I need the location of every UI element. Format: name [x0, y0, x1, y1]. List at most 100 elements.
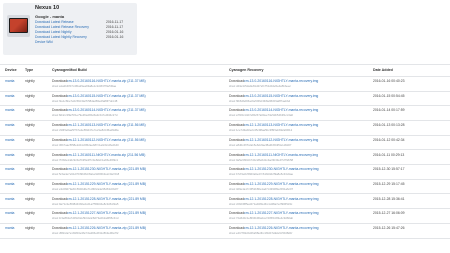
- recovery-download-label: Download:: [229, 79, 246, 83]
- table-row-date-added: 2015-12-28 15:36:41: [373, 196, 405, 201]
- table-row-type: nightly: [25, 123, 35, 128]
- recovery-sha-label: sha1:: [229, 128, 236, 133]
- build-sha-value: 8d4cc3ffa7bf1e79e36a4b5e5a3cb17e0fd4c27d: [59, 113, 118, 118]
- row-divider: [0, 193, 450, 195]
- build-sha-value: 36b7aac5f58e2d41c6f62aeb87c1a0c9cc8e2b40: [59, 142, 119, 147]
- table-row-type: nightly: [25, 167, 35, 172]
- recovery-sha-value: d43e3c5da0e81d27ef1751d44e5e4a5bbeec: [236, 84, 291, 88]
- build-sha-value: 5cba4e7e91d7039b0f2c8a1e9d6f4b3e2c0a7d18: [59, 172, 120, 177]
- device-wiki-link[interactable]: Device Wiki: [35, 40, 53, 45]
- build-download-link[interactable]: cm-13.0-20160114-NIGHTLY-manta.zip (211.…: [67, 108, 146, 112]
- recovery-download-link[interactable]: cm-12.1-20160111-NIGHTLY-manta-recovery.…: [244, 153, 318, 157]
- build-sha-label: sha1:: [52, 142, 59, 147]
- table-row-date-added: 2015-12-30 15:57:17: [373, 167, 405, 172]
- table-top-divider: [0, 64, 450, 65]
- build-sha-value: a1a2b4ff47c4f0a29ea93a8e1c2d3f47f9e5f2ae: [59, 84, 117, 88]
- table-row-device-link[interactable]: manta: [5, 123, 14, 127]
- recovery-download-link[interactable]: cm-12.1-20151229-NIGHTLY-manta-recovery.…: [244, 182, 319, 186]
- tablet-image: [7, 15, 30, 37]
- recovery-sha-label: sha1:: [229, 231, 236, 235]
- recovery-download-label: Download:: [229, 137, 246, 142]
- table-row-date-added: 2015-12-26 15:47:26: [373, 226, 405, 230]
- recovery-sha-label: sha1:: [229, 216, 236, 221]
- recovery-sha-value: 3d9e4a17c0f52b86e1ad7c4390f8e2b51a6c07: [236, 186, 294, 191]
- header-divider: [0, 76, 450, 77]
- recovery-sha-value: b72f1e0c58d3a9e47c61bb0d2f9a8e5c43d1ae: [236, 172, 294, 177]
- build-download-label: Download:: [52, 108, 69, 113]
- table-row-device-link[interactable]: manta: [5, 79, 14, 83]
- build-sha-label: sha1:: [52, 186, 59, 191]
- build-download-label: Download:: [52, 196, 69, 201]
- recovery-download-link[interactable]: cm-12.1-20160113-NIGHTLY-manta-recovery.…: [244, 123, 318, 127]
- table-row-device-link[interactable]: manta: [5, 226, 14, 230]
- build-sha-value: 9a71c2e5f08d43b6e2cd1a7f59b04e8c3d61f2a5: [59, 201, 119, 206]
- build-sha-value: f2e1c6be7e0c5bfc0a7b58dad83e2fa80f7dcc48: [59, 98, 118, 103]
- build-download-link[interactable]: cm-12.1-20160113-NIGHTLY-manta.zip (211.…: [67, 123, 146, 127]
- build-download-link[interactable]: cm-12.1-20160112-NIGHTLY-manta.zip (211.…: [67, 138, 146, 142]
- build-download-label: Download:: [52, 226, 69, 230]
- table-row-type: nightly: [25, 93, 35, 98]
- recovery-sha-label: sha1:: [229, 142, 236, 147]
- table-row-type: nightly: [25, 152, 35, 157]
- build-download-label: Download:: [52, 167, 69, 172]
- build-download-label: Download:: [52, 152, 69, 157]
- table-row-device-link[interactable]: manta: [5, 197, 14, 201]
- recovery-sha-label: sha1:: [229, 98, 236, 103]
- recovery-download-label: Download:: [229, 167, 246, 172]
- table-row-device-link[interactable]: manta: [5, 94, 14, 98]
- table-row-type: nightly: [25, 211, 35, 216]
- column-header-device: Device: [5, 68, 17, 72]
- build-download-link[interactable]: cm-12.1-20151226-NIGHTLY-manta.zip (221.…: [67, 226, 146, 230]
- table-row-type: nightly: [25, 137, 35, 142]
- table-row-device-link[interactable]: manta: [5, 182, 14, 186]
- table-row-date-added: 2016-01-15 00:54:45: [373, 93, 405, 98]
- build-download-link[interactable]: cm-13.0-20160116-NIGHTLY-manta.zip (211.…: [67, 79, 146, 83]
- recovery-download-link[interactable]: cm-12.1-20151227-NIGHTLY-manta-recovery.…: [244, 211, 319, 215]
- build-sha-value: c90f3e6aa5f7b7e2e5f0d47e7e21e8cb45ad9d6a: [59, 128, 119, 133]
- recovery-sha-label: sha1:: [229, 201, 236, 206]
- table-row-device-link[interactable]: manta: [5, 167, 14, 171]
- build-download-link[interactable]: cm-12.1-20151230-NIGHTLY-manta.zip (221.…: [67, 167, 146, 171]
- row-divider: [0, 119, 450, 121]
- recovery-download-label: Download:: [229, 108, 246, 113]
- row-divider: [0, 164, 450, 165]
- recovery-download-label: Download:: [229, 152, 246, 157]
- recovery-download-link[interactable]: cm-12.1-20160112-NIGHTLY-manta-recovery.…: [244, 138, 318, 142]
- recovery-sha-label: sha1:: [229, 157, 236, 162]
- column-header-build: CyanogenMod Build: [52, 68, 87, 72]
- build-download-link[interactable]: cm-12.1-20151229-NIGHTLY-manta.zip (221.…: [67, 182, 146, 186]
- recovery-sha-value: f9b62bdb5ac9e5f4f2c0b8e9fb9f1af87aebbd: [236, 98, 291, 103]
- table-row-date-added: 2015-12-29 15:17:45: [373, 181, 405, 186]
- build-sha-label: sha1:: [52, 172, 59, 177]
- table-row-type: nightly: [25, 108, 35, 113]
- recovery-sha-label: sha1:: [229, 186, 236, 191]
- recovery-sha-label: sha1:: [229, 172, 236, 177]
- latest-nightly-recovery-date: 2016-01-16: [106, 35, 124, 39]
- build-download-link[interactable]: cm-12.1-20151228-NIGHTLY-manta.zip (221.…: [67, 197, 146, 201]
- row-divider: [0, 105, 450, 107]
- table-row-device-link[interactable]: manta: [5, 211, 14, 215]
- table-row-device-link[interactable]: manta: [5, 138, 14, 142]
- build-download-link[interactable]: cm-13.0-20160115-NIGHTLY-manta.zip (211.…: [67, 94, 146, 98]
- build-sha-label: sha1:: [52, 201, 59, 206]
- table-row-type: nightly: [25, 226, 35, 230]
- recovery-download-label: Download:: [229, 181, 246, 186]
- recovery-sha-value: a76f2c13d7e8bc57a00ee73e5db54b3f1cc3a6: [236, 113, 293, 118]
- recovery-download-link[interactable]: cm-13.0-20160116-NIGHTLY-manta-recovery.…: [244, 79, 318, 83]
- table-row-device-link[interactable]: manta: [5, 153, 14, 157]
- table-row-device-link[interactable]: manta: [5, 108, 14, 112]
- recovery-download-link[interactable]: cm-12.1-20151228-NIGHTLY-manta-recovery.…: [244, 197, 319, 201]
- recovery-download-link[interactable]: cm-12.1-20151230-NIGHTLY-manta-recovery.…: [244, 167, 319, 171]
- recovery-sha-value: c6b03f85e2d71a94f0e3bc1d48a7e2f9065d3c: [236, 201, 293, 206]
- table-row-date-added: 2016-01-14 00:17:59: [373, 108, 405, 113]
- recovery-download-link[interactable]: cm-13.0-20160114-NIGHTLY-manta-recovery.…: [244, 108, 318, 112]
- build-download-link[interactable]: cm-12.1-20160111-NIGHTLY-manta.zip (211.…: [67, 153, 145, 157]
- build-download-label: Download:: [52, 93, 69, 98]
- table-row-date-added: 2016-01-11 00:29:13: [373, 152, 405, 157]
- build-download-link[interactable]: cm-12.1-20151227-NIGHTLY-manta.zip (221.…: [67, 211, 146, 215]
- row-divider: [0, 149, 450, 151]
- build-sha-value: 7f2b0e14dc9c6a7b95a3f7c0e8d2c1ab5e4f99c1: [59, 157, 119, 162]
- recovery-download-link[interactable]: cm-12.1-20151226-NIGHTLY-manta-recovery.…: [244, 226, 319, 230]
- recovery-download-link[interactable]: cm-13.0-20160115-NIGHTLY-manta-recovery.…: [244, 94, 318, 98]
- build-sha-value: 1f4e8b3a7d09c62e5b1fa4c8d73e0b2a9f65c41d: [59, 216, 119, 221]
